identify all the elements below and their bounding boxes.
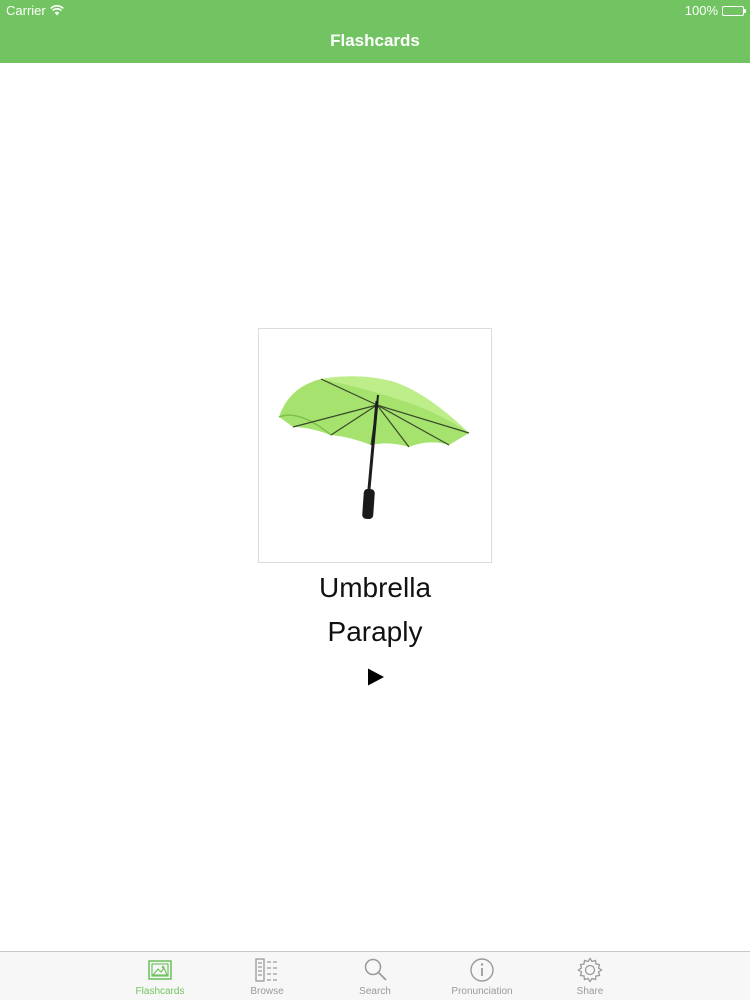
tab-search[interactable]: Search [325,952,425,1000]
info-icon [470,958,494,982]
tab-share-label: Share [576,986,604,997]
battery-group: 100% [684,3,746,18]
wifi-icon [49,5,64,16]
tab-browse-label: Browse [250,986,284,997]
tab-flashcards[interactable]: Flashcards [110,952,210,1000]
flashcard-translation: Paraply [327,616,423,647]
page-title: Flashcards [330,31,420,50]
flashcard-word: Umbrella [318,572,432,603]
battery-percent: 100% [684,3,718,18]
tab-share[interactable]: Share [540,952,640,1000]
flashcard-image[interactable] [258,328,492,563]
gear-icon [577,957,603,983]
tab-flashcards-label: Flashcards [135,986,185,997]
top-bar: Carrier 100% Flashcards [0,0,750,63]
battery-icon [722,5,746,16]
list-icon [255,958,278,982]
image-icon [148,960,172,980]
play-button[interactable] [366,667,386,687]
play-icon [368,668,384,686]
carrier-group: Carrier [6,3,64,18]
tab-browse[interactable]: Browse [217,952,317,1000]
carrier-label: Carrier [6,3,46,18]
tab-pronunciation-label: Pronunciation [451,986,513,997]
tab-search-label: Search [359,986,391,997]
tab-pronunciation[interactable]: Pronunciation [432,952,532,1000]
status-bar: Carrier 100% [0,0,750,20]
umbrella-image [278,376,470,520]
search-icon [364,958,387,981]
tab-bar: Flashcards Browse Search Pronunciation S… [0,951,750,1000]
flashcards-screen: Carrier 100% Flashcards Umbrella Paraply… [0,0,750,1000]
